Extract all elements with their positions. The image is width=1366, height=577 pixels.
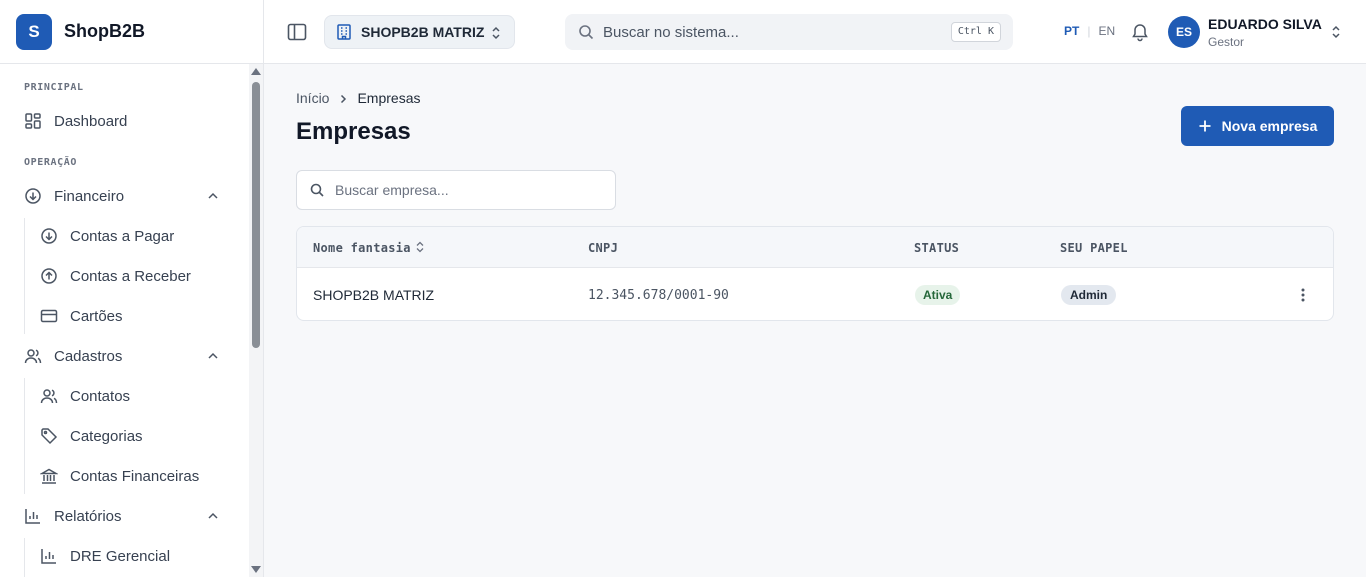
bar-chart-icon — [24, 507, 42, 525]
table-header: Nome fantasia CNPJ STATUS SEU PAPEL — [297, 227, 1333, 268]
cell-cnpj: 12.345.678/0001-90 — [588, 288, 729, 303]
sidebar-item-label: Contatos — [70, 387, 131, 405]
table-row[interactable]: SHOPB2B MATRIZ 12.345.678/0001-90 Ativa … — [297, 268, 1333, 320]
more-vertical-icon[interactable] — [1293, 285, 1313, 305]
status-badge: Ativa — [915, 285, 961, 305]
credit-card-icon — [40, 307, 58, 325]
sidebar-item-contas-financeiras[interactable]: Contas Financeiras — [31, 458, 231, 494]
submenu-line — [24, 218, 25, 334]
sidebar-item-dre-gerencial[interactable]: DRE Gerencial — [31, 538, 231, 574]
sidebar-item-contas-pagar[interactable]: Contas a Pagar — [31, 218, 231, 254]
lang-en[interactable]: EN — [1098, 24, 1115, 38]
tag-icon — [40, 427, 58, 445]
search-icon — [577, 23, 595, 41]
sidebar-item-financeiro[interactable]: Financeiro — [14, 178, 234, 214]
sidebar-item-label: Cartões — [70, 307, 123, 325]
lang-pt[interactable]: PT — [1064, 24, 1079, 38]
scroll-thumb[interactable] — [252, 82, 260, 348]
company-search[interactable] — [296, 170, 616, 210]
submenu-line — [24, 538, 25, 577]
chevron-updown-icon — [490, 26, 502, 40]
sidebar-scrollbar[interactable] — [249, 64, 263, 577]
user-name[interactable]: EDUARDO SILVA — [1208, 16, 1322, 32]
arrow-down-circle-icon — [24, 187, 42, 205]
dashboard-icon — [24, 112, 42, 130]
new-company-button[interactable]: Nova empresa — [1181, 106, 1334, 146]
sidebar-item-label: Cadastros — [54, 347, 123, 365]
sidebar-item-cartoes[interactable]: Cartões — [31, 298, 231, 334]
sidebar-toggle-icon[interactable] — [286, 21, 308, 43]
company-selector[interactable]: SHOPB2B MATRIZ — [324, 15, 515, 49]
section-label-principal: PRINCIPAL — [24, 82, 84, 93]
chevron-up-icon[interactable] — [206, 189, 220, 203]
arrow-down-circle-icon — [40, 227, 58, 245]
app-logo: S — [16, 13, 52, 50]
sidebar-item-contatos[interactable]: Contatos — [31, 378, 231, 414]
app-name: ShopB2B — [64, 21, 145, 41]
column-header-label: Nome fantasia — [313, 241, 411, 255]
bar-chart-icon — [40, 547, 58, 565]
lang-separator: | — [1087, 24, 1091, 38]
users-icon — [24, 347, 42, 365]
sidebar-item-label: DRE Gerencial — [70, 547, 171, 565]
companies-table: Nome fantasia CNPJ STATUS SEU PAPEL SHOP… — [296, 226, 1334, 321]
section-label-operacao: OPERAÇÃO — [24, 157, 77, 168]
bell-icon[interactable] — [1130, 22, 1150, 42]
sidebar-item-label: Contas a Pagar — [70, 227, 175, 245]
scroll-up-arrow-icon[interactable] — [251, 68, 261, 75]
brand[interactable]: S ShopB2B — [0, 0, 263, 64]
global-search[interactable]: Ctrl K — [565, 14, 1013, 50]
search-icon — [309, 182, 325, 198]
column-header-role: SEU PAPEL — [1060, 241, 1128, 255]
user-role: Gestor — [1208, 35, 1245, 49]
chevron-up-icon[interactable] — [206, 509, 220, 523]
search-shortcut-hint: Ctrl K — [950, 22, 1001, 42]
language-switcher: PT | EN — [1064, 24, 1115, 38]
sidebar-item-label: Categorias — [70, 427, 143, 445]
sidebar: S ShopB2B PRINCIPAL Dashboard OPERAÇÃO F… — [0, 0, 264, 577]
users-icon — [40, 387, 58, 405]
main-content: Início Empresas Empresas Nova empresa No… — [264, 64, 1366, 577]
company-search-input[interactable] — [335, 182, 605, 198]
bank-icon — [40, 467, 58, 485]
sidebar-item-contas-receber[interactable]: Contas a Receber — [31, 258, 231, 294]
company-selector-label: SHOPB2B MATRIZ — [361, 24, 485, 40]
breadcrumb-home[interactable]: Início — [296, 90, 329, 106]
arrow-up-circle-icon — [40, 267, 58, 285]
breadcrumb: Início Empresas — [296, 90, 421, 106]
sidebar-item-categorias[interactable]: Categorias — [31, 418, 231, 454]
cell-company-name: SHOPB2B MATRIZ — [313, 287, 435, 303]
role-badge: Admin — [1061, 285, 1117, 305]
sidebar-item-label: Relatórios — [54, 507, 122, 525]
sidebar-item-label: Financeiro — [54, 187, 125, 205]
chevron-right-icon — [337, 92, 349, 104]
avatar[interactable]: ES — [1168, 16, 1200, 48]
top-header: SHOPB2B MATRIZ Ctrl K PT | EN ES EDUARDO… — [264, 0, 1366, 64]
sidebar-nav: PRINCIPAL Dashboard OPERAÇÃO Financeiro … — [0, 64, 248, 577]
sidebar-item-dashboard[interactable]: Dashboard — [14, 103, 234, 139]
submenu-line — [24, 378, 25, 494]
page-title: Empresas — [296, 118, 411, 145]
new-company-button-label: Nova empresa — [1221, 118, 1318, 134]
chevron-updown-icon[interactable] — [1330, 25, 1342, 39]
scroll-down-arrow-icon[interactable] — [251, 566, 261, 573]
sidebar-item-cadastros[interactable]: Cadastros — [14, 338, 234, 374]
chevron-up-icon[interactable] — [206, 349, 220, 363]
sort-icon[interactable] — [415, 241, 425, 253]
sidebar-item-label: Contas a Receber — [70, 267, 191, 285]
sidebar-item-label: Contas Financeiras — [70, 467, 200, 485]
global-search-input[interactable] — [603, 23, 933, 41]
plus-icon — [1198, 119, 1212, 133]
building-icon — [335, 23, 353, 41]
column-header-name[interactable]: Nome fantasia — [313, 241, 425, 255]
sidebar-item-label: Dashboard — [54, 112, 128, 130]
breadcrumb-current: Empresas — [357, 90, 421, 106]
column-header-status: STATUS — [914, 241, 960, 255]
column-header-cnpj: CNPJ — [588, 241, 619, 255]
sidebar-item-relatorios[interactable]: Relatórios — [14, 498, 234, 534]
